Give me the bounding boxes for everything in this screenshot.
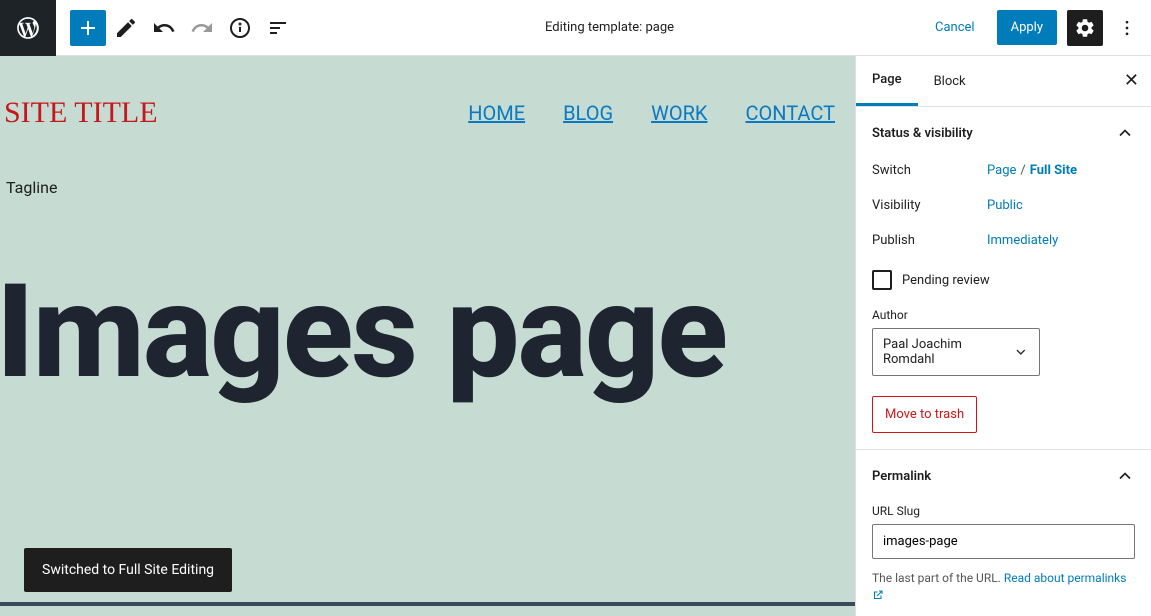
switch-fullsite-link[interactable]: Full Site — [1030, 163, 1077, 178]
visibility-value[interactable]: Public — [987, 198, 1023, 213]
cancel-button[interactable]: Cancel — [923, 12, 987, 43]
nav-link-home[interactable]: HOME — [468, 101, 525, 125]
redo-icon[interactable] — [184, 10, 220, 46]
switch-label: Switch — [872, 163, 987, 178]
panel-permalink[interactable]: Permalink — [872, 466, 1135, 486]
url-slug-label: URL Slug — [872, 504, 1135, 518]
nav-link-work[interactable]: WORK — [651, 101, 707, 125]
edit-icon[interactable] — [108, 10, 144, 46]
nav-link-blog[interactable]: BLOG — [563, 101, 613, 125]
pending-review-label: Pending review — [902, 273, 990, 288]
settings-sidebar: Page Block ✕ Status & visibility Switch … — [855, 56, 1151, 616]
tab-block[interactable]: Block — [918, 56, 982, 106]
panel-status-visibility[interactable]: Status & visibility — [872, 123, 1135, 143]
tab-page[interactable]: Page — [856, 56, 918, 106]
chevron-up-icon — [1115, 466, 1135, 486]
site-navigation: HOME BLOG WORK CONTACT — [468, 101, 845, 125]
apply-button[interactable]: Apply — [997, 10, 1057, 45]
chevron-down-icon — [1013, 344, 1029, 360]
publish-label: Publish — [872, 233, 987, 248]
info-icon[interactable] — [222, 10, 258, 46]
external-link-icon — [872, 589, 884, 601]
add-block-button[interactable] — [70, 10, 106, 46]
nav-link-contact[interactable]: CONTACT — [745, 101, 835, 125]
switch-page-link[interactable]: Page — [987, 163, 1016, 178]
url-slug-input[interactable] — [872, 524, 1135, 559]
visibility-label: Visibility — [872, 198, 987, 213]
wordpress-logo[interactable] — [0, 0, 56, 56]
site-tagline[interactable]: Tagline — [0, 140, 855, 197]
close-sidebar-icon[interactable]: ✕ — [1124, 70, 1139, 91]
canvas-divider — [0, 602, 855, 610]
page-title[interactable]: Images page — [0, 267, 855, 397]
author-label: Author — [872, 308, 1135, 322]
permalink-helper: The last part of the URL. Read about per… — [872, 569, 1135, 605]
pending-review-checkbox[interactable] — [872, 270, 892, 290]
site-title[interactable]: SITE TITLE — [4, 96, 158, 130]
move-to-trash-button[interactable]: Move to trash — [872, 396, 977, 433]
editor-canvas[interactable]: SITE TITLE HOME BLOG WORK CONTACT Taglin… — [0, 56, 855, 616]
undo-icon[interactable] — [146, 10, 182, 46]
list-view-icon[interactable] — [260, 10, 296, 46]
notification-toast: Switched to Full Site Editing — [24, 548, 232, 592]
document-title: Editing template: page — [296, 20, 923, 35]
more-options-icon[interactable] — [1113, 10, 1141, 46]
chevron-up-icon — [1115, 123, 1135, 143]
author-select[interactable]: Paal Joachim Romdahl — [872, 328, 1040, 376]
settings-button[interactable] — [1067, 10, 1103, 46]
publish-value[interactable]: Immediately — [987, 233, 1058, 248]
